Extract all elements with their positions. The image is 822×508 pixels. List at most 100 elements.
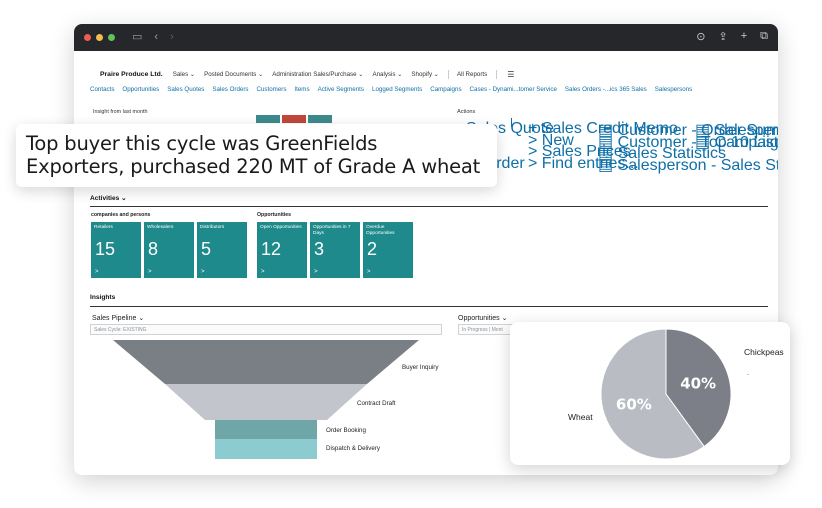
- funnel-stage-dispatch[interactable]: [215, 439, 317, 459]
- nav-shopify-label: Shopify: [411, 70, 433, 78]
- tile-label: Opportunities in 7 Days: [313, 225, 351, 236]
- opportunities-dropdown[interactable]: Opportunities ⌄: [458, 314, 507, 322]
- tile-group-label: companies and persons: [91, 212, 151, 218]
- download-icon[interactable]: ⊙: [696, 30, 705, 43]
- opportunities-label: Opportunities: [458, 315, 500, 322]
- subnav-link[interactable]: Salespersons: [655, 86, 693, 93]
- subnav-link[interactable]: Sales Quotes: [167, 86, 204, 93]
- report-link-label: Salesperson - Sales Statistics: [617, 156, 778, 174]
- page-content: Praire Produce Ltd. Sales ⌄ Posted Docum…: [74, 66, 778, 95]
- tile-value: 12: [261, 239, 282, 259]
- chevron-right-icon: >: [261, 269, 265, 275]
- legend-label-wheat: Wheat: [568, 412, 593, 422]
- subnav-link[interactable]: Customers: [257, 86, 287, 93]
- chevron-right-icon: >: [95, 269, 99, 275]
- tile-open-opportunities[interactable]: Open Opportunities 12 >: [257, 222, 307, 278]
- pie-slice-label: 40%: [680, 375, 716, 393]
- activities-divider: [90, 206, 768, 207]
- mini-tile[interactable]: [282, 115, 306, 123]
- chevron-right-icon: >: [314, 269, 318, 275]
- nav-posted-documents-label: Posted Documents: [204, 70, 257, 78]
- legend-dot: .: [747, 370, 749, 377]
- report-link-label: Campaign - Details: [714, 133, 778, 151]
- minimize-window-dot[interactable]: [96, 34, 103, 41]
- company-name[interactable]: Praire Produce Ltd.: [100, 71, 163, 78]
- callout-line-2: Exporters, purchased 220 MT of Grade A w…: [26, 155, 481, 178]
- subnav-link[interactable]: Sales Orders -...ics 365 Sales: [565, 86, 647, 93]
- close-window-dot[interactable]: [84, 34, 91, 41]
- subnav-link[interactable]: Active Segments: [318, 86, 364, 93]
- activities-title[interactable]: Activities ⌄: [90, 194, 127, 202]
- funnel-label: Dispatch & Delivery: [326, 445, 380, 452]
- insight-label: Insight from last month: [93, 109, 148, 115]
- nav-shopify[interactable]: Shopify ⌄: [411, 71, 439, 78]
- subnav-link[interactable]: Campaigns: [430, 86, 461, 93]
- funnel-stage-buyer-inquiry[interactable]: [113, 340, 419, 384]
- new-tab-icon[interactable]: +: [741, 30, 747, 43]
- funnel-label: Contract Draft: [357, 400, 396, 407]
- share-icon[interactable]: ⇪: [718, 30, 727, 43]
- tile-wholesalers[interactable]: Wholesalers 8 >: [144, 222, 194, 278]
- opportunities-filter[interactable]: In Progress | Mont: [458, 324, 518, 335]
- funnel-stage-order-booking[interactable]: [215, 420, 317, 439]
- stage: ▭ ‹ › ⊙ ⇪ + ⧉ Praire Produce Ltd. Sales …: [0, 0, 822, 508]
- nav-divider: [496, 69, 498, 79]
- chevron-right-icon: >: [367, 269, 371, 275]
- report-link[interactable]: ▤ Campaign - Details: [695, 132, 778, 151]
- funnel-stage-contract-draft[interactable]: [165, 384, 367, 420]
- tile-opportunities-7-days[interactable]: Opportunities in 7 Days 3 >: [310, 222, 360, 278]
- callout-line-1: Top buyer this cycle was GreenFields: [26, 132, 378, 155]
- subnav-link[interactable]: Sales Orders: [212, 86, 248, 93]
- tile-value: 2: [367, 239, 378, 259]
- funnel-label: Order Booking: [326, 427, 366, 434]
- pie-slice-label: 60%: [616, 395, 652, 413]
- report-link[interactable]: ▤ Salesperson - Commiss: [695, 120, 778, 139]
- report-link[interactable]: ▤ Salesperson - Sales Statistics: [598, 155, 778, 174]
- tile-label: Wholesalers: [147, 225, 174, 230]
- subnav-link[interactable]: Opportunities: [122, 86, 159, 93]
- nav-administration[interactable]: Administration Sales/Purchase ⌄: [272, 71, 363, 78]
- insights-title: Insights: [90, 294, 116, 301]
- subnav-link[interactable]: Contacts: [90, 86, 114, 93]
- report-icon: ▤: [598, 156, 618, 174]
- forward-icon[interactable]: ›: [170, 32, 174, 43]
- tabs-icon[interactable]: ⧉: [760, 30, 768, 43]
- chevron-right-icon: >: [148, 269, 152, 275]
- chevron-right-icon: >: [201, 269, 205, 275]
- tile-value: 15: [95, 239, 116, 259]
- menu-icon[interactable]: ☰: [507, 70, 514, 79]
- tile-value: 3: [314, 239, 325, 259]
- subnav-link[interactable]: Cases - Dynami...tomer Service: [470, 86, 557, 93]
- nav-posted-documents[interactable]: Posted Documents ⌄: [204, 71, 263, 78]
- report-icon: ▤: [695, 133, 715, 151]
- tile-overdue-opportunities[interactable]: Overdue Opportunities 2 >: [363, 222, 413, 278]
- nav-sales[interactable]: Sales ⌄: [173, 71, 195, 78]
- insight-mini-tiles: [256, 115, 332, 123]
- sidebar-toggle-icon[interactable]: ▭: [132, 32, 142, 43]
- back-icon[interactable]: ‹: [154, 32, 158, 43]
- mini-tile[interactable]: [256, 115, 280, 123]
- actions-divider: [511, 118, 512, 127]
- tile-label: Retailers: [94, 225, 113, 230]
- activities-title-label: Activities: [90, 195, 120, 202]
- subnav-link[interactable]: Logged Segments: [372, 86, 422, 93]
- maximize-window-dot[interactable]: [108, 34, 115, 41]
- titlebar: ▭ ‹ › ⊙ ⇪ + ⧉: [74, 24, 778, 51]
- tile-label: Distributors: [200, 225, 225, 230]
- tile-distributors[interactable]: Distributors 5 >: [197, 222, 247, 278]
- nav-administration-label: Administration Sales/Purchase: [272, 70, 357, 78]
- subnav-link[interactable]: Items: [294, 86, 309, 93]
- nav-analysis[interactable]: Analysis ⌄: [372, 71, 402, 78]
- nav-divider: [447, 69, 449, 79]
- sub-navigation: Contacts Opportunities Sales Quotes Sale…: [90, 83, 768, 95]
- tile-value: 8: [148, 239, 159, 259]
- mini-tile[interactable]: [308, 115, 332, 123]
- legend-label-chickpeas: Chickpeas: [744, 347, 784, 357]
- nav-all-reports[interactable]: All Reports: [457, 71, 487, 78]
- pie-chart: 40% 60%: [600, 328, 732, 460]
- tile-retailers[interactable]: Retailers 15 >: [91, 222, 141, 278]
- funnel-label: Buyer Inquiry: [402, 364, 439, 371]
- tile-group-label: Opportunities: [257, 212, 292, 218]
- actions-header: Actions: [457, 109, 476, 115]
- tile-label: Overdue Opportunities: [366, 225, 395, 236]
